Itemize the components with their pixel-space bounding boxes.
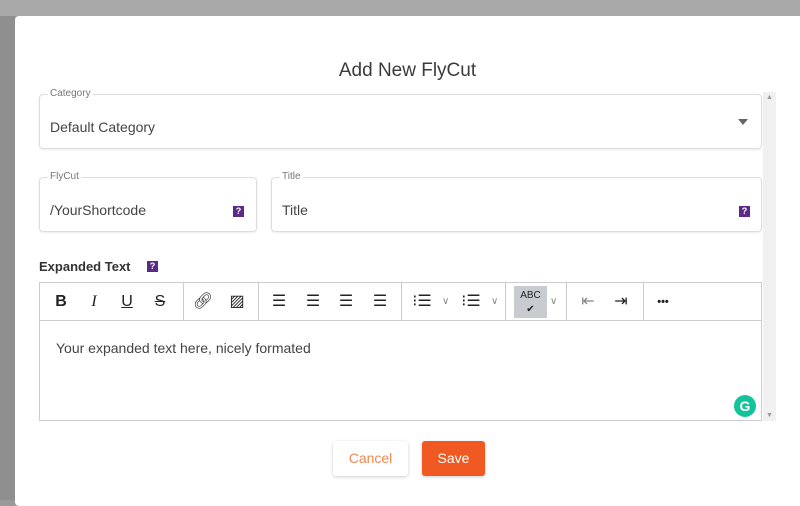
bold-button[interactable]: B <box>47 288 75 316</box>
chevron-down-icon[interactable]: ∨ <box>491 288 498 316</box>
rich-text-editor: B I U S 🔗︎ ▨ ☰ ☰ ☰ ☰ ⁝☰ ∨ ⁝☰ ∨ ABC ✔ ∨ ⇤ … <box>39 282 762 421</box>
divider <box>258 283 259 320</box>
flycut-label: FlyCut <box>48 171 81 182</box>
align-left-icon[interactable]: ☰ <box>265 288 293 316</box>
editor-toolbar: B I U S 🔗︎ ▨ ☰ ☰ ☰ ☰ ⁝☰ ∨ ⁝☰ ∨ ABC ✔ ∨ ⇤ … <box>40 283 761 321</box>
divider <box>183 283 184 320</box>
add-flycut-dialog: Add New FlyCut <box>15 16 800 506</box>
underline-button[interactable]: U <box>113 288 141 316</box>
help-icon[interactable]: ? <box>233 206 244 217</box>
align-justify-icon[interactable]: ☰ <box>366 288 394 316</box>
help-icon[interactable]: ? <box>147 261 158 272</box>
chevron-down-icon[interactable]: ∨ <box>550 288 557 316</box>
category-value: Default Category <box>50 119 156 135</box>
flycut-input[interactable]: FlyCut /YourShortcode ? <box>39 171 257 232</box>
italic-button[interactable]: I <box>80 288 108 316</box>
numbered-list-icon[interactable]: ⁝☰ <box>457 288 485 316</box>
help-icon[interactable]: ? <box>739 206 750 217</box>
divider <box>643 283 644 320</box>
align-right-icon[interactable]: ☰ <box>332 288 360 316</box>
flycut-value: /YourShortcode <box>50 202 146 218</box>
editor-content[interactable]: Your expanded text here, nicely formated <box>40 321 761 375</box>
indent-icon[interactable]: ⇥ <box>607 288 635 316</box>
scroll-up-arrow[interactable]: ▲ <box>766 94 773 101</box>
bullet-list-icon[interactable]: ⁝☰ <box>408 288 436 316</box>
chevron-down-icon[interactable]: ∨ <box>442 288 449 316</box>
dialog-title: Add New FlyCut <box>338 60 477 81</box>
image-icon[interactable]: ▨ <box>223 288 251 316</box>
link-icon[interactable]: 🔗︎ <box>189 288 217 316</box>
more-options-button[interactable]: ••• <box>649 288 677 316</box>
grammarly-icon[interactable]: G <box>734 395 756 417</box>
scrollbar[interactable]: ▲ ▼ <box>763 92 776 421</box>
strikethrough-button[interactable]: S <box>146 288 174 316</box>
category-label: Category <box>48 88 93 99</box>
divider <box>401 283 402 320</box>
expanded-text-label: Expanded Text <box>39 259 131 274</box>
background-page-left <box>0 16 15 500</box>
scroll-down-arrow[interactable]: ▼ <box>766 412 773 419</box>
title-input[interactable]: Title Title ? <box>271 171 762 232</box>
background-page <box>0 0 800 16</box>
divider <box>505 283 506 320</box>
chevron-down-icon <box>738 119 748 125</box>
outdent-icon[interactable]: ⇤ <box>574 288 602 316</box>
expanded-text-label-text: Expanded Text <box>39 259 131 274</box>
category-select[interactable]: Category Default Category <box>39 88 762 149</box>
cancel-button[interactable]: Cancel <box>333 441 408 476</box>
save-button[interactable]: Save <box>422 441 485 476</box>
title-label: Title <box>280 171 303 182</box>
divider <box>566 283 567 320</box>
align-center-icon[interactable]: ☰ <box>299 288 327 316</box>
spellcheck-icon[interactable]: ABC ✔ <box>514 286 547 318</box>
title-value: Title <box>282 202 308 218</box>
